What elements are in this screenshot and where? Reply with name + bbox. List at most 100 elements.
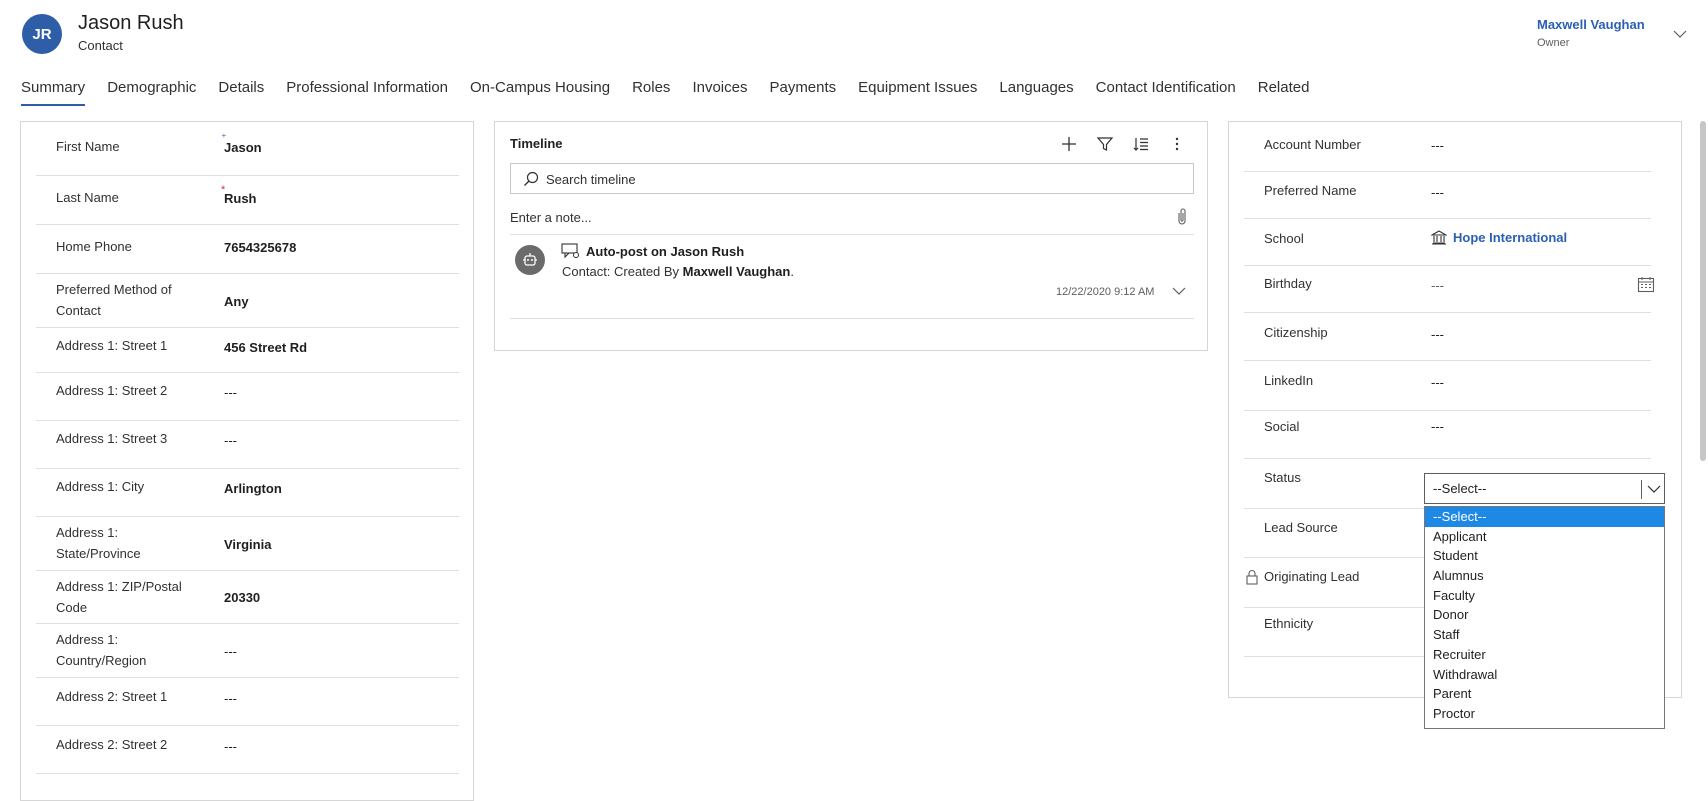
- field-value[interactable]: ---: [224, 739, 237, 754]
- page-scrollbar[interactable]: [1700, 121, 1706, 461]
- field-value[interactable]: ---: [1431, 375, 1444, 390]
- field-value[interactable]: 7654325678: [224, 240, 296, 255]
- field-label: Address 2: Street 1: [56, 689, 168, 704]
- field-row-address1-zip[interactable]: Address 1: ZIP/Postal Code 20330: [36, 571, 459, 624]
- field-row-address1-street2[interactable]: Address 1: Street 2 ---: [36, 373, 459, 421]
- status-option[interactable]: Parent: [1425, 684, 1664, 704]
- status-option[interactable]: Alumnus: [1425, 566, 1664, 586]
- field-value[interactable]: ---: [1431, 278, 1444, 293]
- field-value[interactable]: 456 Street Rd: [224, 340, 307, 355]
- field-label: Address 1: State/Province: [56, 525, 141, 561]
- tab-invoices[interactable]: Invoices: [692, 79, 747, 106]
- field-row-address2-street2[interactable]: Address 2: Street 2 ---: [36, 726, 459, 774]
- filter-icon[interactable]: [1095, 134, 1115, 154]
- status-option[interactable]: Faculty: [1425, 586, 1664, 606]
- field-value[interactable]: ---: [1431, 185, 1444, 200]
- timeline-search-input[interactable]: Search timeline: [510, 163, 1194, 194]
- timeline-title: Timeline: [510, 136, 563, 151]
- field-label: Address 1: Country/Region: [56, 632, 147, 668]
- timeline-toolbar: [1059, 134, 1187, 154]
- field-value[interactable]: ---: [224, 691, 237, 706]
- field-value[interactable]: Rush: [224, 191, 257, 206]
- tab-bar: Summary Demographic Details Professional…: [21, 79, 1331, 109]
- owner-link[interactable]: Maxwell Vaughan: [1537, 17, 1645, 32]
- contact-fields-panel: First Name ⁺ Jason Last Name * Rush Home…: [20, 121, 474, 801]
- field-value[interactable]: Any: [224, 294, 249, 309]
- field-row-citizenship[interactable]: Citizenship ---: [1244, 313, 1651, 361]
- field-label: LinkedIn: [1264, 373, 1314, 388]
- field-value[interactable]: ---: [224, 644, 237, 659]
- field-value[interactable]: ---: [224, 385, 237, 400]
- tab-roles[interactable]: Roles: [632, 79, 670, 106]
- tab-summary[interactable]: Summary: [21, 79, 86, 106]
- school-name[interactable]: Hope International: [1453, 230, 1567, 245]
- field-row-address1-street1[interactable]: Address 1: Street 1 456 Street Rd: [36, 328, 459, 373]
- sort-icon[interactable]: [1131, 134, 1151, 154]
- field-label: Last Name: [56, 190, 119, 205]
- field-row-last-name[interactable]: Last Name * Rush: [36, 176, 459, 225]
- status-select[interactable]: --Select--: [1424, 473, 1665, 504]
- attachment-icon[interactable]: [1175, 207, 1189, 227]
- chevron-down-icon[interactable]: [1672, 26, 1688, 42]
- field-row-address1-country[interactable]: Address 1: Country/Region ---: [36, 624, 459, 678]
- field-label: Status: [1264, 470, 1301, 485]
- field-value[interactable]: Jason: [224, 140, 262, 155]
- tab-payments[interactable]: Payments: [769, 79, 836, 106]
- post-title: Auto-post on Jason Rush: [586, 244, 745, 259]
- field-row-address2-street1[interactable]: Address 2: Street 1 ---: [36, 678, 459, 726]
- field-label: Social: [1264, 419, 1300, 434]
- divider: [510, 234, 1194, 235]
- field-row-school[interactable]: School Hope International: [1244, 219, 1651, 266]
- tab-languages[interactable]: Languages: [999, 79, 1073, 106]
- field-row-home-phone[interactable]: Home Phone 7654325678: [36, 225, 459, 274]
- field-value[interactable]: ---: [1431, 327, 1444, 342]
- tab-professional-information[interactable]: Professional Information: [286, 79, 448, 106]
- status-option[interactable]: Proctor: [1425, 704, 1664, 724]
- calendar-icon[interactable]: [1637, 276, 1655, 294]
- status-option[interactable]: Recruiter: [1425, 645, 1664, 665]
- post-body-prefix: Contact: Created By: [562, 264, 683, 279]
- field-label: Preferred Name: [1264, 183, 1357, 198]
- status-option[interactable]: Applicant: [1425, 527, 1664, 547]
- field-row-preferred-contact[interactable]: Preferred Method of Contact Any: [36, 274, 459, 328]
- status-option[interactable]: Staff: [1425, 625, 1664, 645]
- tab-equipment-issues[interactable]: Equipment Issues: [858, 79, 977, 106]
- note-input[interactable]: Enter a note...: [510, 210, 592, 225]
- search-icon: [524, 171, 539, 186]
- field-value[interactable]: ---: [224, 433, 237, 448]
- chevron-down-icon[interactable]: [1171, 285, 1187, 297]
- field-row-birthday[interactable]: Birthday ---: [1244, 266, 1655, 313]
- field-row-address1-city[interactable]: Address 1: City Arlington: [36, 469, 459, 517]
- record-header: JR Jason Rush Contact Maxwell Vaughan Ow…: [0, 0, 1708, 70]
- field-row-address1-state[interactable]: Address 1: State/Province Virginia: [36, 517, 459, 571]
- more-options-icon[interactable]: [1167, 134, 1187, 154]
- field-row-first-name[interactable]: First Name ⁺ Jason: [36, 122, 459, 176]
- field-row-address1-street3[interactable]: Address 1: Street 3 ---: [36, 421, 459, 469]
- field-value[interactable]: Virginia: [224, 537, 271, 552]
- status-option[interactable]: --Select--: [1425, 507, 1664, 527]
- tab-demographic[interactable]: Demographic: [107, 79, 196, 106]
- field-label: Address 1: ZIP/Postal Code: [56, 579, 182, 615]
- chevron-down-icon[interactable]: [1646, 483, 1662, 495]
- add-icon[interactable]: [1059, 134, 1079, 154]
- field-row-account-number[interactable]: Account Number ---: [1244, 122, 1651, 172]
- field-value[interactable]: 20330: [224, 590, 260, 605]
- status-selected-value: --Select--: [1433, 481, 1487, 496]
- field-label: Address 2: Street 2: [56, 737, 168, 752]
- status-option[interactable]: Withdrawal: [1425, 665, 1664, 685]
- field-value[interactable]: ---: [1431, 419, 1444, 434]
- school-link[interactable]: Hope International: [1431, 230, 1567, 245]
- post-author: Maxwell Vaughan: [682, 264, 791, 279]
- status-option[interactable]: Student: [1425, 546, 1664, 566]
- field-row-preferred-name[interactable]: Preferred Name ---: [1244, 172, 1651, 219]
- field-row-social[interactable]: Social ---: [1244, 411, 1651, 459]
- tab-contact-identification[interactable]: Contact Identification: [1096, 79, 1236, 106]
- post-date: 12/22/2020 9:12 AM: [1056, 286, 1155, 298]
- tab-related[interactable]: Related: [1258, 79, 1310, 106]
- tab-details[interactable]: Details: [218, 79, 264, 106]
- field-value[interactable]: Arlington: [224, 481, 282, 496]
- field-value[interactable]: ---: [1431, 138, 1444, 153]
- tab-on-campus-housing[interactable]: On-Campus Housing: [470, 79, 610, 106]
- field-row-linkedin[interactable]: LinkedIn ---: [1244, 361, 1651, 411]
- status-option[interactable]: Donor: [1425, 605, 1664, 625]
